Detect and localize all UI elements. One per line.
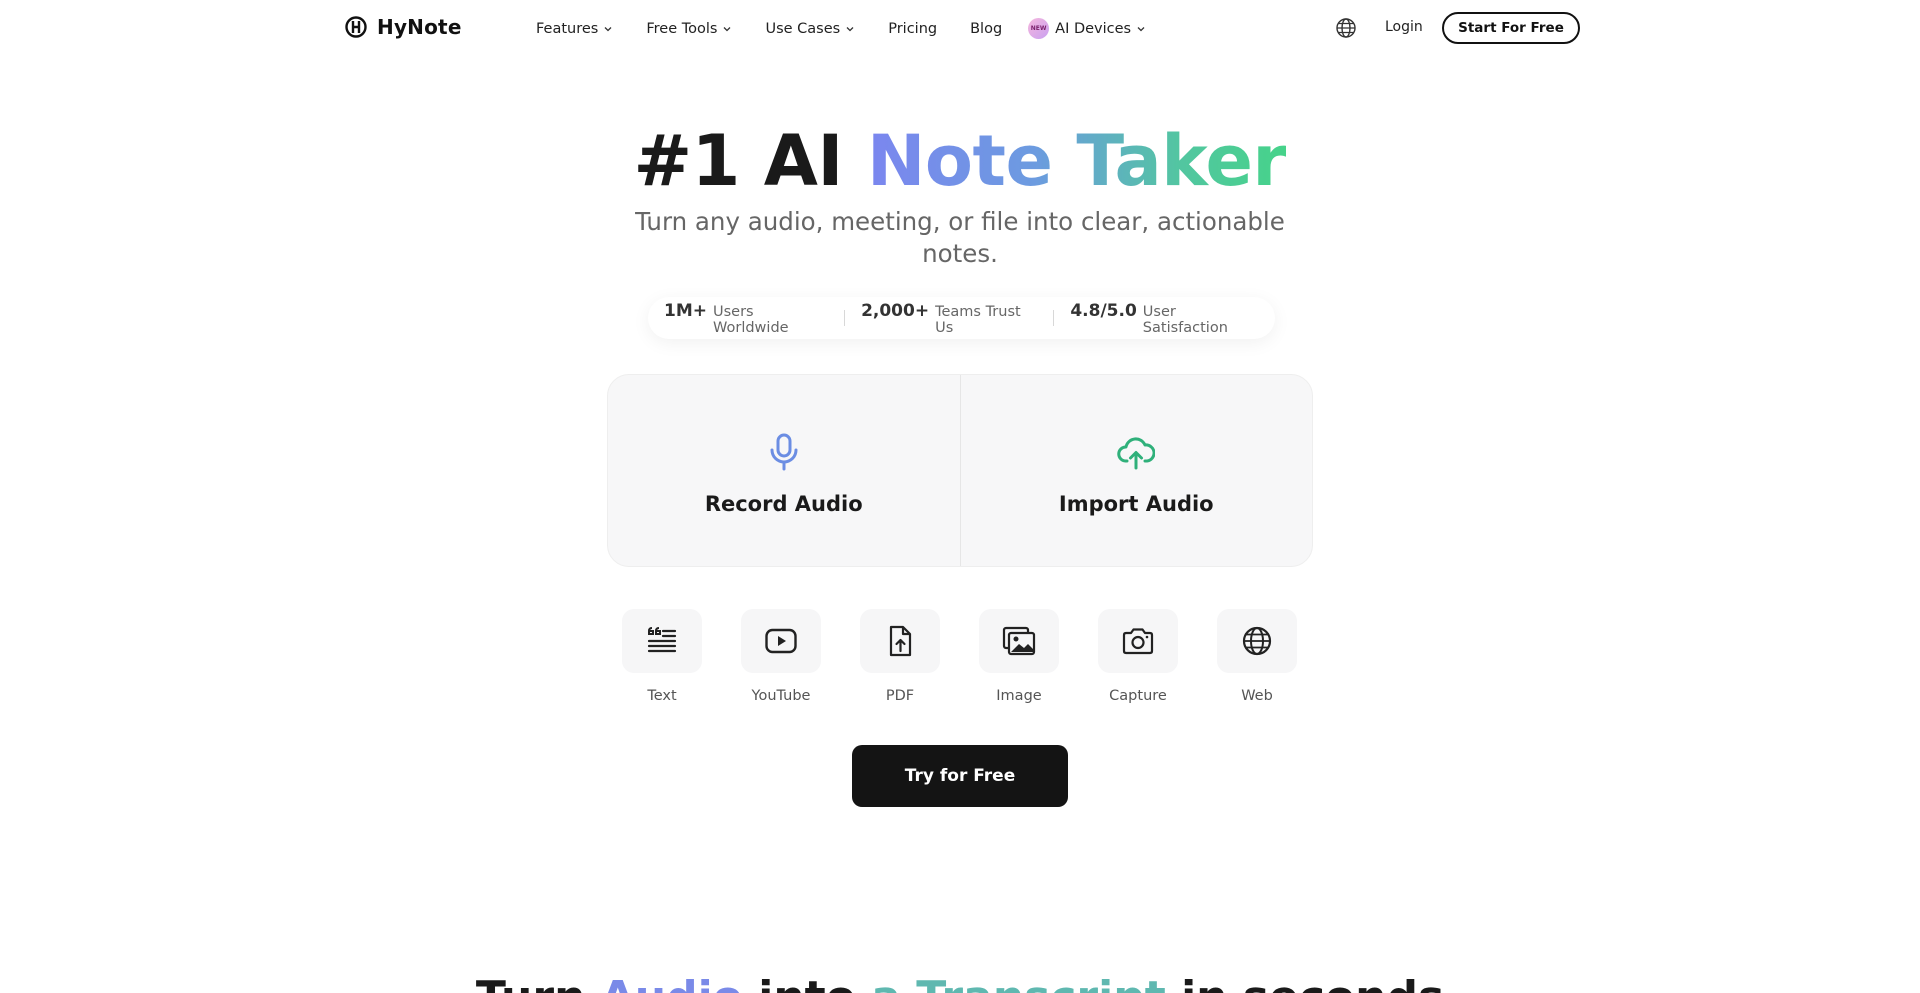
source-icon-box xyxy=(1098,609,1178,673)
hynote-logo-icon xyxy=(345,16,367,38)
source-youtube-label: YouTube xyxy=(751,688,811,704)
stat-label: Teams Trust Us xyxy=(935,303,1021,336)
source-text-label: Text xyxy=(647,688,677,704)
hero-title-gradient: Note Taker xyxy=(866,120,1287,202)
youtube-play-icon xyxy=(765,628,797,654)
record-audio-label: Record Audio xyxy=(704,491,863,516)
start-for-free-button[interactable]: Start For Free xyxy=(1442,12,1580,44)
nav-features-label: Features xyxy=(536,20,599,37)
chevron-down-icon xyxy=(1137,26,1145,31)
nav-ai-devices-label: AI Devices xyxy=(1055,20,1132,37)
stat-value: 2,000+ xyxy=(861,300,930,321)
hero-subtitle-line2: notes. xyxy=(922,239,998,268)
new-badge: NEW xyxy=(1028,18,1050,39)
chevron-down-icon xyxy=(604,26,612,31)
chevron-down-icon xyxy=(724,26,731,31)
brand-logo[interactable]: HyNote xyxy=(345,15,462,39)
source-web-label: Web xyxy=(1241,688,1273,704)
source-pdf-label: PDF xyxy=(885,688,915,704)
heading-word-highlight: Audio xyxy=(601,972,743,993)
source-options: Text YouTube PDF Image Capture Web xyxy=(622,609,1336,704)
heading-word: Turn xyxy=(476,972,586,993)
main-menu: Features Free Tools Use Cases Pricing Bl… xyxy=(536,18,1179,39)
source-image[interactable]: Image xyxy=(979,609,1059,704)
source-capture[interactable]: Capture xyxy=(1098,609,1178,704)
source-icon-box xyxy=(1217,609,1297,673)
hero-title: #1 AI Note Taker xyxy=(0,120,1920,202)
nav-pricing-label: Pricing xyxy=(888,20,938,37)
language-globe-icon[interactable] xyxy=(1335,17,1357,39)
audio-action-cards: Record Audio Import Audio xyxy=(607,374,1313,567)
stat-users: 1M+ Users Worldwide xyxy=(648,301,844,336)
camera-icon xyxy=(1122,628,1154,655)
stat-label: User Satisfaction xyxy=(1142,303,1228,336)
stat-teams: 2,000+ Teams Trust Us xyxy=(845,301,1053,336)
nav-free-tools-label: Free Tools xyxy=(646,20,718,37)
nav-features[interactable]: Features xyxy=(536,21,613,37)
hero-title-plain: #1 AI xyxy=(633,120,844,202)
source-web[interactable]: Web xyxy=(1217,609,1297,704)
hero-subtitle-line1: Turn any audio, meeting, or file into cl… xyxy=(635,207,1285,236)
heading-word: into xyxy=(758,972,856,993)
cloud-upload-icon xyxy=(1117,436,1156,469)
source-icon-box xyxy=(741,609,821,673)
login-link[interactable]: Login xyxy=(1385,19,1423,35)
stat-value: 1M+ xyxy=(664,300,707,321)
try-for-free-button[interactable]: Try for Free xyxy=(852,745,1068,807)
nav-blog[interactable]: Blog xyxy=(970,21,1002,37)
text-quote-icon xyxy=(647,627,677,653)
file-upload-icon xyxy=(889,625,912,657)
stats-bar: 1M+ Users Worldwide 2,000+ Teams Trust U… xyxy=(648,297,1275,339)
stat-satisfaction: 4.8/5.0 User Satisfaction xyxy=(1054,301,1275,336)
nav-blog-label: Blog xyxy=(970,20,1003,37)
section-heading: Turn Audio into a Transcript in seconds xyxy=(0,972,1920,993)
import-audio-label: Import Audio xyxy=(1058,491,1214,516)
nav-ai-devices[interactable]: NEW AI Devices xyxy=(1028,18,1146,39)
hero-subtitle: Turn any audio, meeting, or file into cl… xyxy=(0,206,1920,270)
heading-word: in seconds xyxy=(1181,972,1444,993)
microphone-icon xyxy=(770,433,798,470)
nav-use-cases-label: Use Cases xyxy=(765,20,841,37)
source-pdf[interactable]: PDF xyxy=(860,609,940,704)
import-audio-card[interactable]: Import Audio xyxy=(959,375,1313,566)
image-gallery-icon xyxy=(1002,626,1036,656)
source-icon-box xyxy=(860,609,940,673)
nav-free-tools[interactable]: Free Tools xyxy=(646,21,732,37)
source-icon-box xyxy=(622,609,702,673)
source-icon-box xyxy=(979,609,1059,673)
globe-icon xyxy=(1242,626,1272,656)
chevron-down-icon xyxy=(846,26,854,31)
nav-pricing[interactable]: Pricing xyxy=(888,21,937,37)
heading-word-highlight: a Transcript xyxy=(871,972,1166,993)
brand-name: HyNote xyxy=(377,15,462,39)
top-navigation: HyNote Features Free Tools Use Cases Pri… xyxy=(0,0,1920,55)
record-audio-card[interactable]: Record Audio xyxy=(608,375,960,566)
source-text[interactable]: Text xyxy=(622,609,702,704)
stat-label: Users Worldwide xyxy=(713,303,789,336)
source-capture-label: Capture xyxy=(1109,688,1167,704)
nav-use-cases[interactable]: Use Cases xyxy=(765,21,855,37)
source-youtube[interactable]: YouTube xyxy=(741,609,821,704)
source-image-label: Image xyxy=(996,688,1042,704)
stat-value: 4.8/5.0 xyxy=(1070,300,1137,321)
